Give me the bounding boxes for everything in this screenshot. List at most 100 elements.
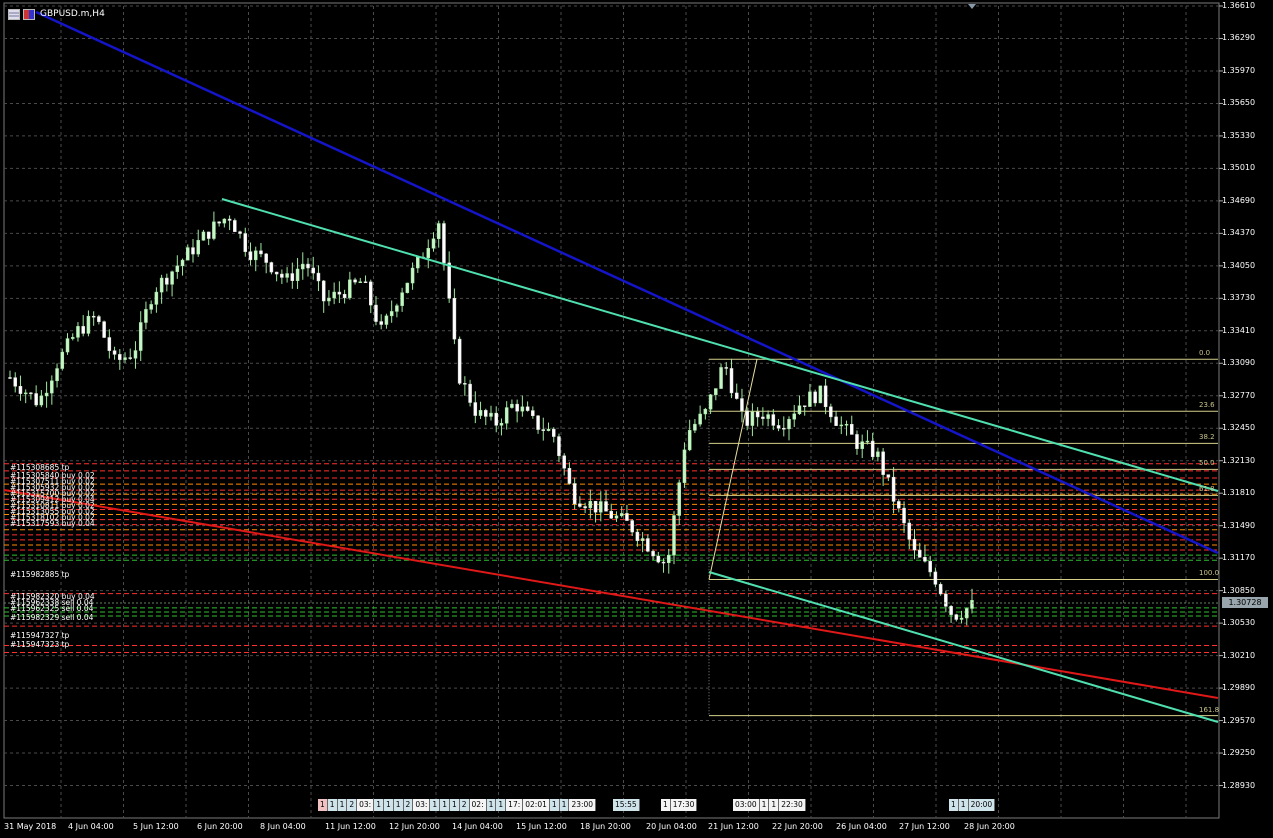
event-marker[interactable]: 1 — [769, 799, 780, 811]
candle-body — [944, 593, 948, 607]
price-chart[interactable] — [0, 0, 1273, 838]
fib-level-label: 50.0 — [1199, 459, 1215, 468]
event-marker[interactable]: 1 — [449, 799, 460, 811]
event-marker[interactable]: 1 — [549, 799, 560, 811]
candle-body — [494, 412, 498, 426]
candle-body — [802, 405, 807, 407]
candle-body — [510, 403, 514, 408]
candle-body — [855, 434, 859, 449]
candle-body — [447, 262, 451, 299]
chart-window-icon[interactable] — [8, 8, 20, 20]
event-marker[interactable]: 17: — [506, 799, 524, 811]
event-marker[interactable]: 1 — [430, 799, 441, 811]
event-marker[interactable]: 2 — [347, 799, 358, 811]
event-marker[interactable]: 1 — [958, 799, 969, 811]
candle-body — [625, 513, 629, 521]
candle-body — [327, 297, 331, 302]
candle-body — [238, 231, 242, 234]
event-marker[interactable]: 02:01 — [523, 799, 550, 811]
event-marker[interactable]: 1 — [661, 799, 671, 811]
event-marker[interactable]: 2 — [403, 799, 414, 811]
event-marker[interactable]: 15:55 — [613, 799, 640, 811]
candle-body — [578, 503, 582, 507]
event-marker[interactable]: 2 — [459, 799, 470, 811]
candle-body — [311, 267, 315, 274]
price-tick-label: 1.32450 — [1222, 423, 1256, 433]
event-marker[interactable]: 17:30 — [670, 799, 698, 811]
candle-body — [923, 557, 927, 562]
event-marker[interactable]: 03: — [413, 799, 431, 811]
event-marker[interactable]: 1 — [383, 799, 394, 811]
event-marker[interactable]: 1 — [559, 799, 570, 811]
candle-body — [463, 383, 467, 385]
candle-body — [551, 428, 556, 437]
candle-body — [264, 253, 268, 263]
price-tick-label: 1.35330 — [1222, 130, 1256, 140]
candle-body — [834, 416, 838, 426]
fib-level-label: 0.0 — [1199, 349, 1211, 358]
candle-body — [703, 408, 708, 415]
candle-body — [186, 247, 190, 261]
time-tick-label: 15 Jun 12:00 — [516, 822, 567, 831]
candle-body — [667, 554, 671, 564]
candle-body — [144, 309, 148, 323]
event-marker[interactable]: 1 — [337, 799, 348, 811]
candle-body — [217, 221, 221, 224]
candle-body — [65, 338, 70, 353]
candle-body — [771, 414, 776, 426]
candle-body — [886, 474, 891, 478]
candle-body — [719, 367, 723, 389]
candle-body — [630, 520, 634, 533]
candle-body — [661, 561, 666, 564]
candle-body — [369, 281, 373, 306]
price-tick-label: 1.34050 — [1222, 260, 1256, 270]
candle-body — [808, 391, 812, 407]
candle-body — [342, 293, 347, 299]
event-marker[interactable]: 1 — [327, 799, 338, 811]
candle-body — [301, 263, 305, 270]
candle-body — [818, 385, 823, 404]
candle-body — [520, 406, 525, 412]
candle-body — [18, 386, 23, 394]
event-marker[interactable]: 20:00 — [968, 799, 996, 811]
event-marker[interactable]: 1 — [486, 799, 497, 811]
candle-body — [321, 280, 326, 302]
event-marker[interactable]: 03:00 — [733, 799, 760, 811]
event-marker[interactable]: 03: — [357, 799, 375, 811]
time-tick-label: 26 Jun 04:00 — [836, 822, 887, 831]
candle-body — [865, 440, 870, 443]
candle-body — [876, 451, 880, 457]
candle-body — [86, 315, 91, 334]
event-marker[interactable]: 22:30 — [779, 799, 806, 811]
candle-body — [442, 223, 446, 264]
candle-body — [965, 608, 969, 619]
candle-body — [212, 221, 216, 239]
event-group: 1 17:30 — [661, 799, 698, 811]
candle-body — [405, 282, 410, 293]
chart-window[interactable]: GBPUSD.m,H4 1.36610 1.36290 1.35970 1.35650… — [0, 0, 1273, 838]
candle-body — [745, 410, 749, 426]
event-marker[interactable]: 1 — [949, 799, 959, 811]
time-tick-label: 12 Jun 20:00 — [389, 822, 440, 831]
candle-body — [567, 468, 572, 484]
candle-body — [363, 281, 368, 283]
candle-body — [180, 259, 185, 267]
candle-body — [640, 538, 645, 541]
event-marker[interactable]: 23:00 — [569, 799, 597, 811]
candle-body — [698, 413, 702, 425]
event-marker[interactable]: 1 — [496, 799, 507, 811]
event-marker[interactable]: 02: — [469, 799, 487, 811]
event-marker[interactable]: 1 — [393, 799, 404, 811]
time-tick-label: 31 May 2018 — [4, 822, 57, 831]
price-tick-label: 1.36290 — [1222, 33, 1256, 43]
event-marker[interactable]: 1 — [440, 799, 450, 811]
candle-body — [29, 392, 33, 395]
price-tick-label: 1.29570 — [1222, 715, 1256, 725]
event-group: 03:00 1 1 22:30 — [733, 799, 806, 811]
price-tick-label: 1.30210 — [1222, 650, 1256, 660]
event-marker[interactable]: 1 — [759, 799, 770, 811]
event-marker[interactable]: 1 — [374, 799, 384, 811]
candle-body — [55, 368, 59, 382]
price-tick-label: 1.35970 — [1222, 65, 1256, 75]
event-marker[interactable]: 1 — [318, 799, 328, 811]
